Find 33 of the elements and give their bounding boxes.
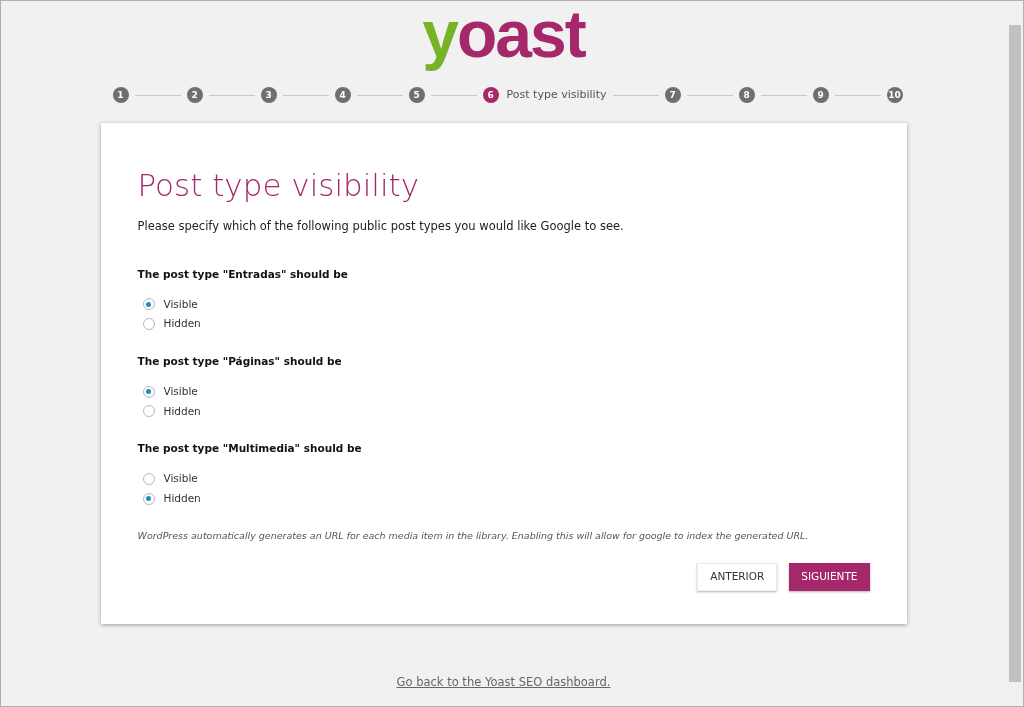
question-label: The post type "Páginas" should be [137, 354, 343, 369]
step-number[interactable]: 10 [886, 87, 903, 104]
intro-text: Please specify which of the following public post types you would like Google to see. [137, 217, 625, 235]
radio-option[interactable]: Hidden [142, 490, 201, 507]
back-button[interactable]: ANTERIOR [697, 562, 778, 591]
radio-option[interactable]: Visible [142, 383, 198, 400]
radio-icon[interactable] [142, 298, 155, 311]
step-number[interactable]: 9 [812, 87, 829, 104]
step-number[interactable]: 7 [664, 87, 681, 104]
question-label: The post type "Multimedia" should be [137, 441, 363, 457]
step-number[interactable]: 5 [408, 87, 425, 104]
step-label: Post type visibility [506, 87, 607, 103]
step-number[interactable]: 6 [482, 87, 499, 104]
radio-option[interactable]: Visible [142, 471, 198, 487]
note-text: WordPress automatically generates an URL for each media item in the library. Enabling this will allow for google to index the generated URL. [137, 528, 810, 543]
question-label: The post type "Entradas" should be [137, 266, 349, 282]
page-title: Post type visibility [137, 166, 421, 203]
radio-icon[interactable] [142, 318, 155, 331]
next-button[interactable]: SIGUIENTE [789, 562, 870, 591]
step-number[interactable]: 1 [112, 87, 129, 104]
step-number[interactable]: 4 [334, 87, 351, 104]
yoast-logo: yoast [422, 1, 585, 69]
radio-icon[interactable] [142, 405, 155, 418]
step-number[interactable]: 8 [738, 87, 755, 104]
radio-option[interactable]: Visible [142, 296, 198, 313]
radio-option[interactable]: Hidden [142, 316, 201, 332]
step-number[interactable]: 2 [186, 87, 203, 104]
radio-option[interactable]: Hidden [142, 403, 201, 420]
radio-icon[interactable] [142, 492, 155, 505]
radio-icon[interactable] [142, 472, 155, 485]
radio-icon[interactable] [142, 385, 155, 398]
step-number[interactable]: 3 [260, 87, 277, 104]
dashboard-link[interactable]: Go back to the Yoast SEO dashboard. [396, 673, 611, 691]
